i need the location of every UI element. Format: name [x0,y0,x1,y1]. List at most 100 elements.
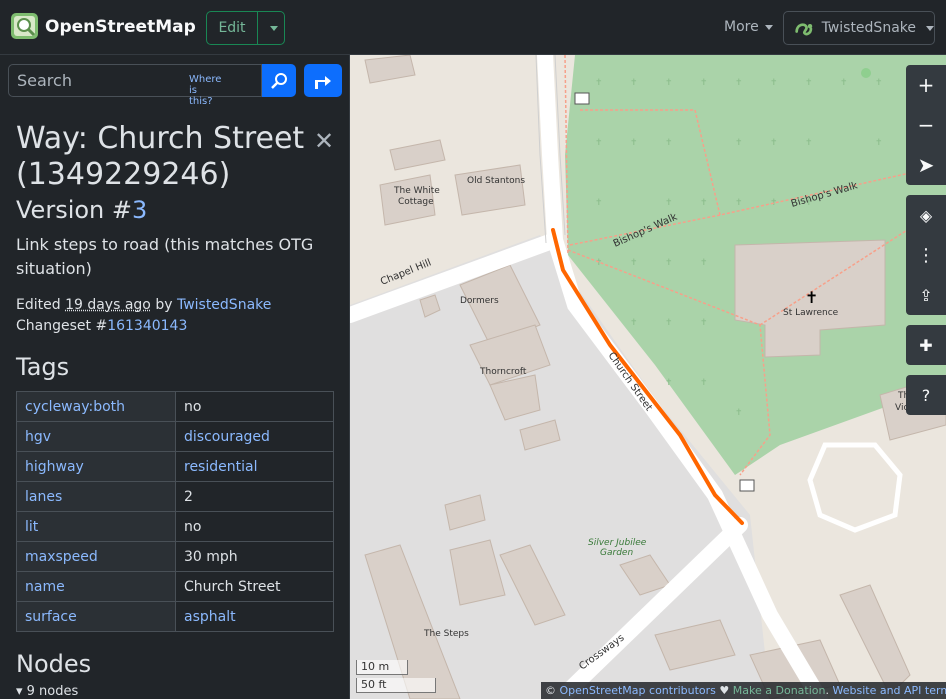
edited-time: 19 days ago [65,297,151,313]
tag-key[interactable]: cycleway:both [16,391,176,422]
share-button[interactable]: ⇪ [906,275,946,315]
tag-key[interactable]: surface [16,601,176,632]
svg-text:✝: ✝ [735,138,743,148]
tag-key[interactable]: lanes [16,481,176,512]
where-is-this-link[interactable]: Where is this? [189,74,221,107]
page-title: Way: Church Street (1349229246) [16,121,305,192]
map-key-button[interactable]: ⋮ [906,235,946,275]
user-menu-button[interactable]: TwistedSnake [783,11,935,45]
map-view[interactable]: ✝✝✝✝✝✝✝✝✝ ✝✝✝✝✝✝✝ ✝✝✝✝✝✝ ✝✝✝✝ ✝✝✝✝✝ ✝✝✝ [350,55,946,699]
nodes-heading: Nodes [16,650,92,678]
feature-panel: Way: Church Street (1349229246) ✕ Versio… [16,121,334,699]
search-placeholder: Search [17,71,72,90]
tag-key[interactable]: maxspeed [16,541,176,572]
label-st-lawrence: St Lawrence [783,308,839,318]
version-link[interactable]: 3 [132,196,147,224]
locate-button[interactable]: ➤ [906,145,946,185]
label-jubilee-2: Garden [600,548,633,558]
tag-key[interactable]: highway [16,451,176,482]
osm-logo-icon[interactable] [10,12,39,40]
search-button[interactable] [262,64,296,97]
zoom-out-button[interactable]: − [906,105,946,145]
tags-table: cycleway:both no hgv discouraged highway re… [16,391,334,632]
edit-button[interactable]: Edit [207,12,258,44]
svg-text:✝: ✝ [630,138,638,148]
tag-key[interactable]: lit [16,511,176,542]
svg-text:✝: ✝ [595,198,603,208]
tag-value: no [175,511,334,542]
tag-value: 30 mph [175,541,334,572]
svg-text:✝: ✝ [805,138,813,148]
more-menu[interactable]: More [724,19,773,35]
plus-icon: + [917,73,935,97]
svg-text:✝: ✝ [700,378,708,388]
tag-key[interactable]: name [16,571,176,602]
label-dormers: Dormers [460,296,499,306]
svg-text:✝: ✝ [595,138,603,148]
nodes-summary-toggle[interactable]: ▾ 9 nodes [16,684,334,699]
table-row: maxspeed 30 mph [16,541,334,572]
table-row: lanes 2 [16,481,334,512]
search-input[interactable]: Search [8,64,262,97]
map-canvas[interactable]: ✝✝✝✝✝✝✝✝✝ ✝✝✝✝✝✝✝ ✝✝✝✝✝✝ ✝✝✝✝ ✝✝✝✝✝ ✝✝✝ [350,55,946,699]
directions-button[interactable] [304,64,342,97]
tree-icon [861,68,871,78]
tag-value: Church Street [175,571,334,602]
tag-value[interactable]: asphalt [175,601,334,632]
close-icon[interactable]: ✕ [314,127,334,155]
cursor-question-icon: ? [921,385,931,405]
svg-text:✝: ✝ [735,408,743,418]
share-icon: ⇪ [919,285,933,305]
edited-prefix: Edited [16,297,61,313]
svg-text:✝: ✝ [630,78,638,88]
table-row: highway residential [16,451,334,482]
edited-by: by [155,297,173,313]
tag-value[interactable]: residential [175,451,334,482]
svg-text:✝: ✝ [840,78,848,88]
svg-text:✝: ✝ [875,78,883,88]
minus-icon: − [917,113,935,137]
editor-link[interactable]: TwistedSnake [177,297,271,313]
tag-value: no [175,391,334,422]
changeset-link[interactable]: 161340143 [107,318,187,334]
heart-icon: ♥ [719,684,730,697]
svg-text:✝: ✝ [700,78,708,88]
brand-title[interactable]: OpenStreetMap [45,17,196,37]
top-navbar: OpenStreetMap Edit More TwistedSnake [0,0,946,55]
church-icon: ✝ [805,288,818,307]
username-label: TwistedSnake [821,20,916,36]
add-note-button[interactable]: ✚ [906,325,946,365]
layers-button[interactable]: ◈ [906,195,946,235]
svg-text:✝: ✝ [665,318,673,328]
edit-dropdown-toggle[interactable] [258,12,284,44]
zoom-in-button[interactable]: + [906,65,946,105]
label-old-stantons: Old Stantons [467,176,525,186]
svg-text:✝: ✝ [630,258,638,268]
board-icon [574,92,590,105]
svg-text:✝: ✝ [770,138,778,148]
changeset-prefix: Changeset # [16,318,108,334]
attribution-bar: © OpenStreetMap contributors ♥ Make a Do… [541,682,946,699]
svg-text:✝: ✝ [700,318,708,328]
version-prefix: Version # [16,196,132,224]
donate-link[interactable]: Make a Donation [733,684,826,697]
svg-text:✝: ✝ [875,138,883,148]
chevron-down-icon [270,25,278,31]
tag-key[interactable]: hgv [16,421,176,452]
changeset-comment: Link steps to road (this matches OTG sit… [16,235,314,278]
search-icon [271,72,287,89]
svg-text:✝: ✝ [665,258,673,268]
tag-value[interactable]: discouraged [175,421,334,452]
chevron-down-icon [764,24,773,30]
osm-contributors-link[interactable]: OpenStreetMap contributors [560,684,716,697]
info-icon: ⋮ [917,244,935,266]
svg-text:✝: ✝ [595,78,603,88]
terms-link[interactable]: Website and API terms [832,684,946,697]
query-features-button[interactable]: ? [906,375,946,415]
tag-value: 2 [175,481,334,512]
svg-text:✝: ✝ [665,378,673,388]
sidebar: Search Where is this? Way: Church Street… [0,55,350,699]
label-jubilee: Silver Jubilee [588,538,647,548]
svg-text:✝: ✝ [665,198,673,208]
label-the-steps: The Steps [423,629,469,639]
